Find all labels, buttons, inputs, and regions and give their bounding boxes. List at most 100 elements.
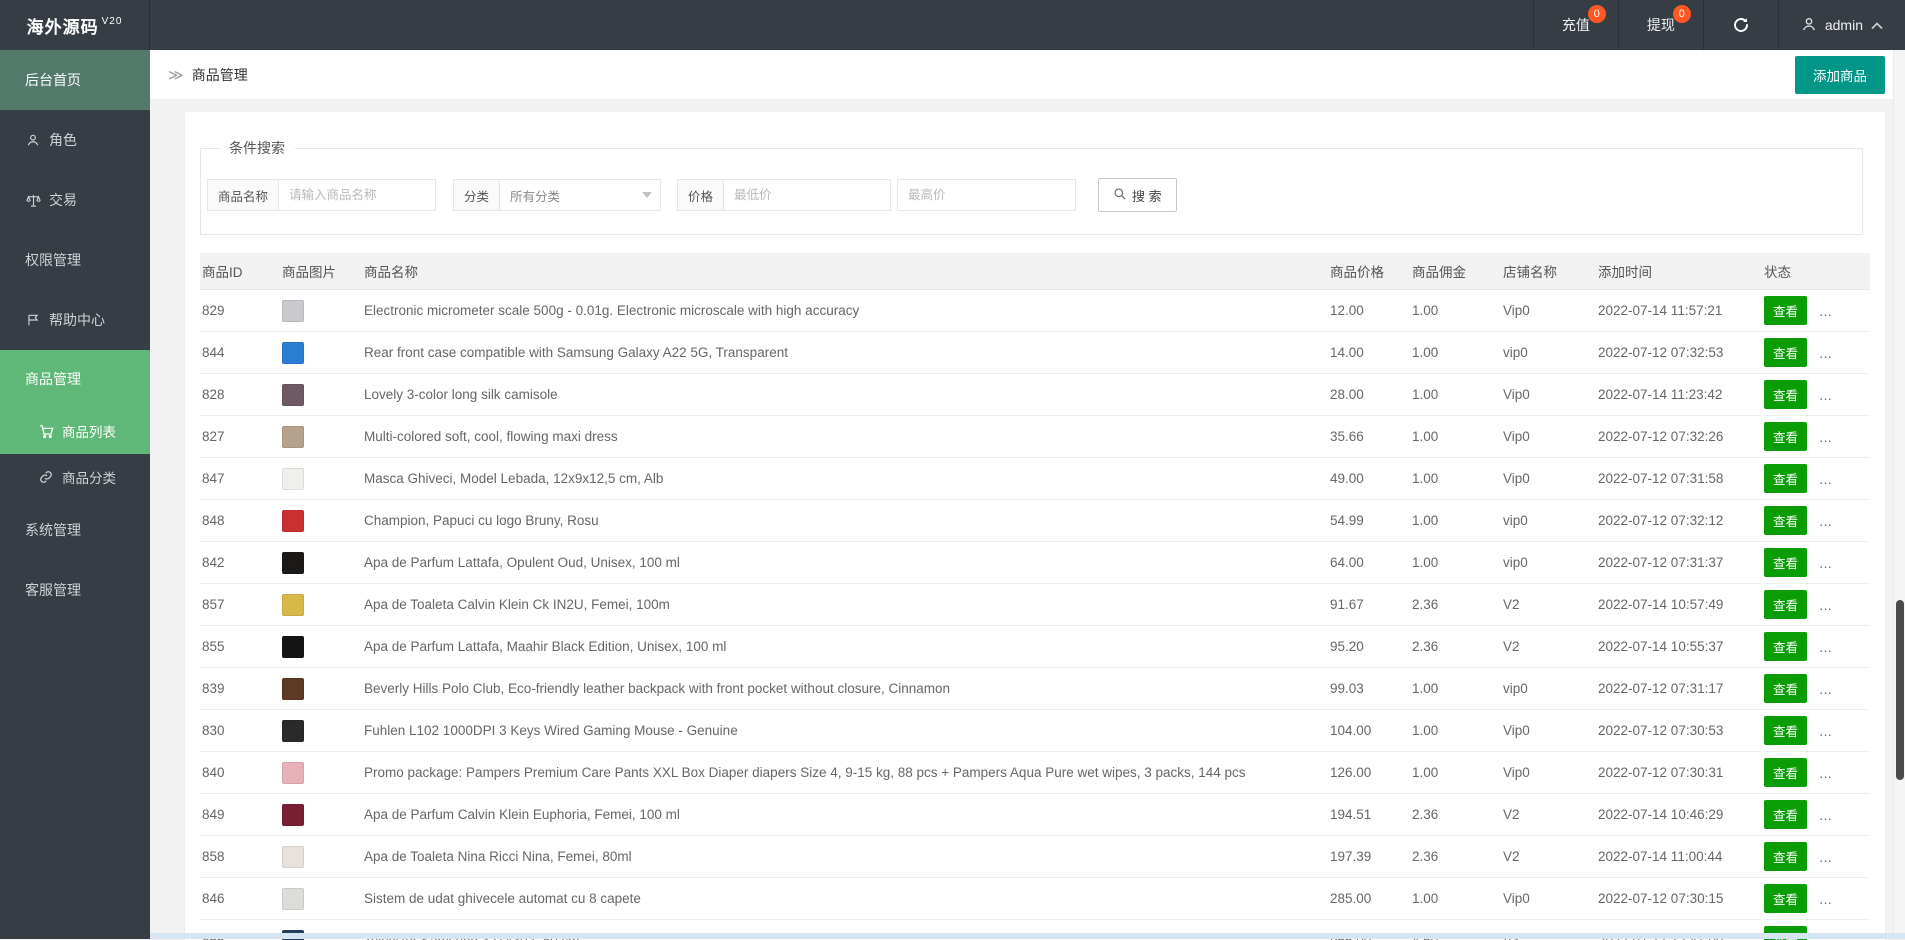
recharge-badge: 0 xyxy=(1588,5,1606,23)
vertical-scrollbar-thumb[interactable] xyxy=(1896,600,1904,780)
app-logo-text: 海外源码 xyxy=(27,13,99,38)
price-group: 价格 xyxy=(677,179,891,211)
delete-button[interactable]: 删除 xyxy=(1819,632,1862,661)
sidebar-item-label: 角色 xyxy=(49,130,77,150)
refresh-button[interactable] xyxy=(1703,0,1778,50)
added-time-cell: 2022-07-12 07:32:26 xyxy=(1596,429,1762,444)
sidebar-item-transactions[interactable]: 交易 xyxy=(0,170,150,230)
product-id-cell: 855 xyxy=(200,639,280,654)
delete-button[interactable]: 删除 xyxy=(1819,800,1862,829)
product-commission-cell: 1.00 xyxy=(1410,345,1501,360)
product-price-cell: 194.51 xyxy=(1328,807,1410,822)
delete-button[interactable]: 删除 xyxy=(1819,884,1862,913)
delete-button[interactable]: 删除 xyxy=(1819,590,1862,619)
added-time-cell: 2022-07-14 11:23:42 xyxy=(1596,387,1762,402)
table-row: 855 Apa de Parfum Lattafa, Maahir Black … xyxy=(200,626,1870,668)
horizontal-scrollbar[interactable] xyxy=(150,933,1905,939)
user-icon xyxy=(1801,16,1817,35)
delete-button[interactable]: 删除 xyxy=(1819,338,1862,367)
product-price-cell: 99.03 xyxy=(1328,681,1410,696)
category-select[interactable]: 所有分类 xyxy=(499,179,661,211)
sidebar-item-product-management[interactable]: 商品管理 xyxy=(0,350,150,408)
shop-name-cell: Vip0 xyxy=(1501,471,1596,486)
delete-button[interactable]: 删除 xyxy=(1819,842,1862,871)
shop-name-cell: vip0 xyxy=(1501,681,1596,696)
shop-name-cell: vip0 xyxy=(1501,345,1596,360)
sidebar-item-help-center[interactable]: 帮助中心 xyxy=(0,290,150,350)
delete-button[interactable]: 删除 xyxy=(1819,758,1862,787)
sidebar-item-dashboard[interactable]: 后台首页 xyxy=(0,50,150,110)
view-button[interactable]: 查看 xyxy=(1764,506,1807,535)
sidebar-item-roles[interactable]: 角色 xyxy=(0,110,150,170)
delete-button[interactable]: 删除 xyxy=(1819,296,1862,325)
product-name-label: 商品名称 xyxy=(207,179,278,211)
added-time-cell: 2022-07-12 07:30:31 xyxy=(1596,765,1762,780)
status-cell: 查看 删除 xyxy=(1762,590,1870,619)
product-id-cell: 844 xyxy=(200,345,280,360)
sidebar-item-product-list[interactable]: 商品列表 xyxy=(0,408,150,454)
sidebar-item-customer-service[interactable]: 客服管理 xyxy=(0,560,150,620)
view-button[interactable]: 查看 xyxy=(1764,842,1807,871)
product-name-cell: Apa de Parfum Calvin Klein Euphoria, Fem… xyxy=(362,807,1328,822)
status-cell: 查看 删除 xyxy=(1762,842,1870,871)
product-image-cell xyxy=(280,426,362,448)
delete-button[interactable]: 删除 xyxy=(1819,548,1862,577)
view-button[interactable]: 查看 xyxy=(1764,296,1807,325)
withdraw-badge: 0 xyxy=(1673,5,1691,23)
add-product-button[interactable]: 添加商品 xyxy=(1795,56,1885,94)
view-button[interactable]: 查看 xyxy=(1764,758,1807,787)
view-button[interactable]: 查看 xyxy=(1764,590,1807,619)
view-button[interactable]: 查看 xyxy=(1764,800,1807,829)
table-row: 839 Beverly Hills Polo Club, Eco-friendl… xyxy=(200,668,1870,710)
search-button[interactable]: 搜 索 xyxy=(1098,178,1177,212)
shop-name-cell: V2 xyxy=(1501,807,1596,822)
delete-button[interactable]: 删除 xyxy=(1819,506,1862,535)
view-button[interactable]: 查看 xyxy=(1764,380,1807,409)
max-price-input[interactable] xyxy=(897,179,1076,211)
product-name-input[interactable] xyxy=(278,179,436,211)
sidebar-item-product-categories[interactable]: 商品分类 xyxy=(0,454,150,500)
sidebar-item-system-management[interactable]: 系统管理 xyxy=(0,500,150,560)
vertical-scrollbar[interactable] xyxy=(1893,50,1905,933)
product-id-cell: 849 xyxy=(200,807,280,822)
column-header: 店铺名称 xyxy=(1501,261,1596,281)
delete-button[interactable]: 删除 xyxy=(1819,464,1862,493)
added-time-cell: 2022-07-14 10:55:37 xyxy=(1596,639,1762,654)
view-button[interactable]: 查看 xyxy=(1764,464,1807,493)
product-name-cell: Promo package: Pampers Premium Care Pant… xyxy=(362,765,1328,780)
view-button[interactable]: 查看 xyxy=(1764,338,1807,367)
view-button[interactable]: 查看 xyxy=(1764,422,1807,451)
delete-button[interactable]: 删除 xyxy=(1819,380,1862,409)
view-button[interactable]: 查看 xyxy=(1764,716,1807,745)
product-image-cell xyxy=(280,552,362,574)
user-menu[interactable]: admin xyxy=(1778,0,1905,50)
withdraw-label: 提现 xyxy=(1647,15,1675,35)
recharge-button[interactable]: 充值 0 xyxy=(1533,0,1618,50)
status-cell: 查看 删除 xyxy=(1762,422,1870,451)
product-commission-cell: 1.00 xyxy=(1410,681,1501,696)
delete-button[interactable]: 删除 xyxy=(1819,716,1862,745)
delete-button[interactable]: 删除 xyxy=(1819,422,1862,451)
product-image-cell xyxy=(280,846,362,868)
product-price-cell: 285.00 xyxy=(1328,891,1410,906)
product-name-cell: Electronic micrometer scale 500g - 0.01g… xyxy=(362,303,1328,318)
view-button[interactable]: 查看 xyxy=(1764,548,1807,577)
delete-button[interactable]: 删除 xyxy=(1819,674,1862,703)
product-name-cell: Apa de Toaleta Calvin Klein Ck IN2U, Fem… xyxy=(362,597,1328,612)
table-row: 858 Apa de Toaleta Nina Ricci Nina, Feme… xyxy=(200,836,1870,878)
product-id-cell: 858 xyxy=(200,849,280,864)
withdraw-button[interactable]: 提现 0 xyxy=(1618,0,1703,50)
view-button[interactable]: 查看 xyxy=(1764,632,1807,661)
product-commission-cell: 2.36 xyxy=(1410,597,1501,612)
product-thumbnail xyxy=(282,678,304,700)
column-header: 商品佣金 xyxy=(1410,261,1501,281)
sidebar-item-permissions[interactable]: 权限管理 xyxy=(0,230,150,290)
view-button[interactable]: 查看 xyxy=(1764,674,1807,703)
cart-icon xyxy=(38,424,54,439)
shop-name-cell: Vip0 xyxy=(1501,429,1596,444)
view-button[interactable]: 查看 xyxy=(1764,884,1807,913)
app-logo: 海外源码 V20 xyxy=(0,0,150,50)
min-price-input[interactable] xyxy=(723,179,891,211)
product-id-cell: 857 xyxy=(200,597,280,612)
product-image-cell xyxy=(280,384,362,406)
